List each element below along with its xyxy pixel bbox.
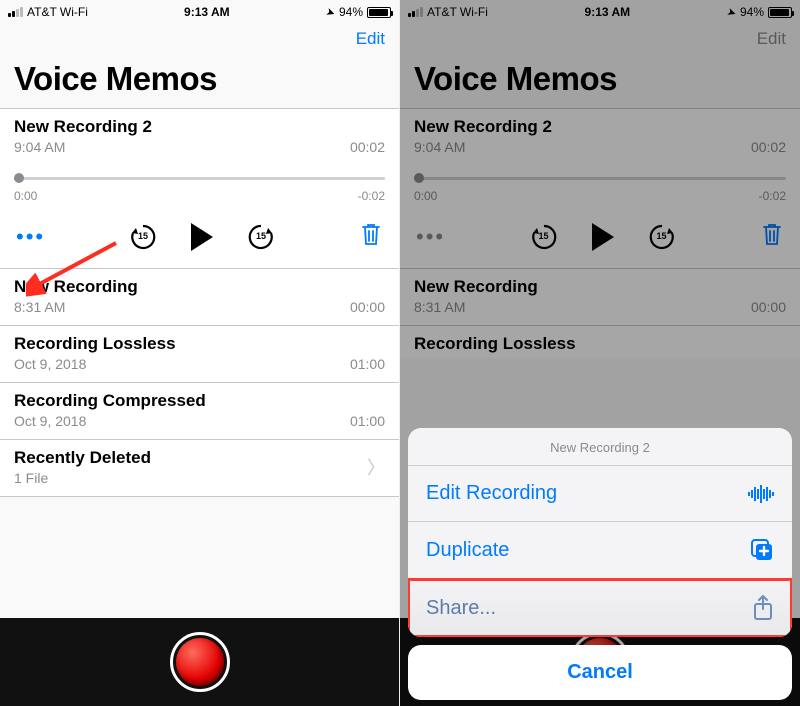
screenshot-left: AT&T Wi-Fi 9:13 AM ➤ 94% Edit Voice Memo…: [0, 0, 400, 706]
action-sheet: New Recording 2 Edit Recording Duplicate: [408, 428, 792, 700]
recording-duration: 00:02: [350, 139, 385, 155]
recording-row[interactable]: New Recording 8:31 AM00:00: [0, 269, 399, 326]
skip-forward-button[interactable]: 15: [247, 223, 275, 251]
duplicate-icon: [750, 538, 774, 562]
page-title: Voice Memos: [0, 56, 399, 108]
record-button[interactable]: [170, 632, 230, 692]
sheet-share[interactable]: Share...: [408, 579, 792, 637]
battery-icon: [367, 7, 391, 18]
location-icon: ➤: [324, 4, 337, 19]
chevron-right-icon: 〉: [367, 454, 385, 480]
delete-button[interactable]: [359, 221, 383, 252]
scrub-start: 0:00: [14, 189, 37, 203]
clock-label: 9:13 AM: [184, 5, 230, 19]
sheet-duplicate[interactable]: Duplicate: [408, 522, 792, 579]
carrier-label: AT&T Wi-Fi: [27, 5, 88, 19]
status-bar: AT&T Wi-Fi 9:13 AM ➤ 94%: [0, 0, 399, 22]
selected-recording[interactable]: New Recording 2 9:04 AM 00:02 0:00 -0:02…: [0, 109, 399, 269]
scrubber[interactable]: [14, 169, 385, 187]
recording-row[interactable]: Recording Lossless Oct 9, 201801:00: [0, 326, 399, 383]
sheet-title: New Recording 2: [408, 428, 792, 466]
signal-icon: [8, 7, 23, 17]
edit-button[interactable]: Edit: [356, 29, 385, 49]
record-footer: [0, 618, 399, 706]
screenshot-right: AT&T Wi-Fi 9:13 AM ➤ 94% Edit Voice Memo…: [400, 0, 800, 706]
skip-back-button[interactable]: 15: [129, 223, 157, 251]
play-button[interactable]: [191, 223, 213, 251]
share-icon: [752, 595, 774, 621]
recording-row[interactable]: Recording Compressed Oct 9, 201801:00: [0, 383, 399, 440]
scrub-end: -0:02: [358, 189, 385, 203]
battery-pct: 94%: [339, 5, 363, 19]
recently-deleted-row[interactable]: Recently Deleted 1 File 〉: [0, 440, 399, 497]
sheet-cancel[interactable]: Cancel: [408, 645, 792, 700]
more-button[interactable]: •••: [16, 226, 45, 248]
sheet-edit-recording[interactable]: Edit Recording: [408, 466, 792, 522]
waveform-icon: [748, 485, 774, 503]
nav-bar: Edit: [0, 22, 399, 56]
recording-name: New Recording 2: [14, 117, 385, 137]
recording-time: 9:04 AM: [14, 139, 65, 155]
